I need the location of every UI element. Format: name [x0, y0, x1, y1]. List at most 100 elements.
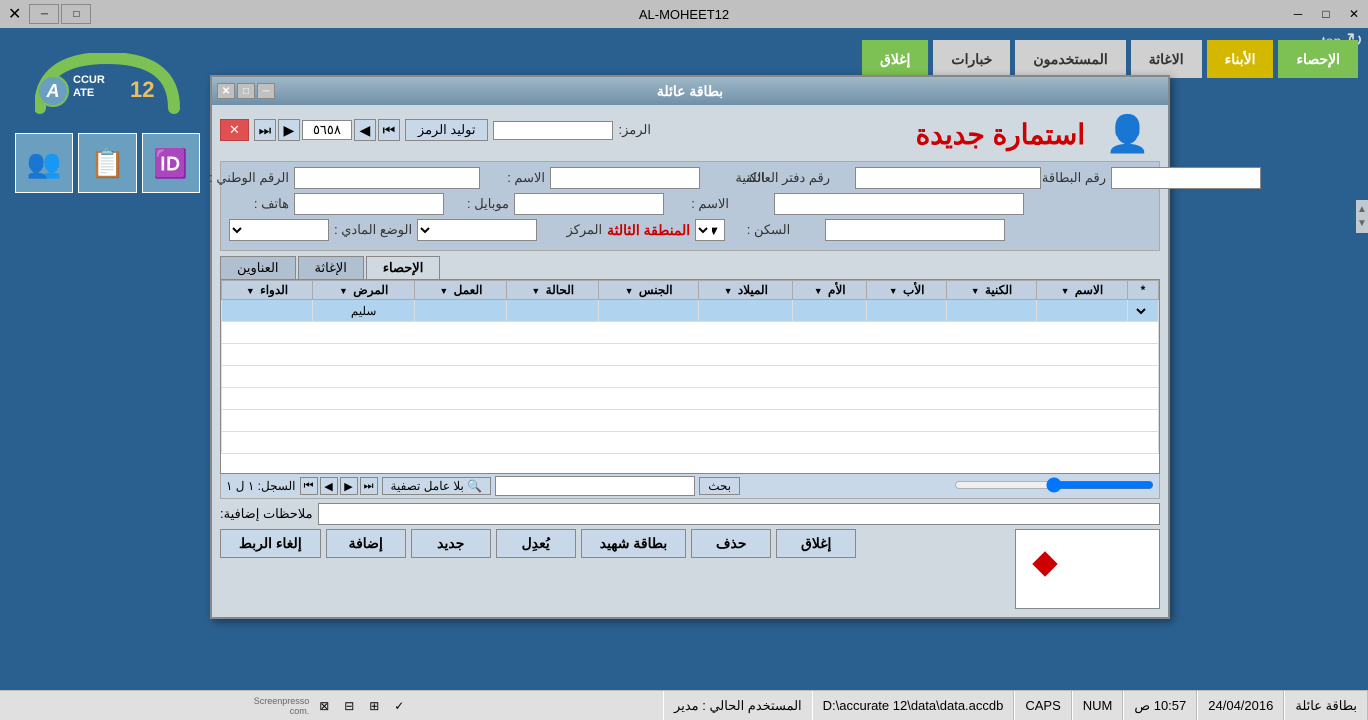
- table-row[interactable]: [222, 344, 1159, 366]
- family-book-input[interactable]: [855, 167, 1041, 189]
- thumb-users[interactable]: 👥: [15, 133, 73, 193]
- tb-maximize[interactable]: □: [1312, 0, 1340, 28]
- grid-scrollbar[interactable]: [744, 477, 1154, 496]
- center-select[interactable]: [417, 219, 537, 241]
- edge-up-arrow[interactable]: ▲: [1357, 204, 1367, 215]
- nav-children-btn[interactable]: الأبناء: [1207, 40, 1274, 78]
- cell-work[interactable]: [415, 300, 507, 322]
- name2-input[interactable]: [774, 193, 1024, 215]
- national-id-input[interactable]: [294, 167, 480, 189]
- col-nickname[interactable]: الكنية ▼: [947, 281, 1037, 300]
- tb-minimize[interactable]: ─: [1284, 0, 1312, 28]
- no-filter-btn[interactable]: 🔍 بلا عامل تصفية: [382, 477, 492, 495]
- tab-addresses[interactable]: العناوين: [220, 256, 296, 279]
- tab-statistics[interactable]: الإحصاء: [366, 256, 440, 279]
- next-record-btn[interactable]: ▶: [278, 119, 300, 141]
- cell-medicine[interactable]: [222, 300, 313, 322]
- col-father[interactable]: الأب ▼: [867, 281, 947, 300]
- close-btn[interactable]: إغلاق: [776, 529, 856, 558]
- window-title: AL-MOHEET12: [639, 7, 729, 22]
- edit-btn[interactable]: يُعدِل: [496, 529, 576, 558]
- thumb-card[interactable]: 🆔: [142, 133, 200, 193]
- gen-code-btn[interactable]: توليد الرمز: [405, 119, 489, 141]
- nav-statistics-btn[interactable]: الإحصاء: [1278, 40, 1358, 78]
- data-grid-container: * الاسم ▼ الكنية ▼ الأب ▼ الأم ▼ الميلاد…: [220, 279, 1160, 474]
- first-record-btn[interactable]: ⏮: [378, 119, 400, 141]
- window-close-btn[interactable]: ✕: [8, 4, 21, 24]
- table-row[interactable]: [222, 432, 1159, 454]
- grid-next-btn[interactable]: ◀: [320, 477, 338, 495]
- nav-relief-btn[interactable]: الاغاثة: [1131, 40, 1202, 78]
- family-card-input[interactable]: [1111, 167, 1261, 189]
- col-gender[interactable]: الجنس ▼: [599, 281, 699, 300]
- status-icon-1[interactable]: ✓: [389, 696, 409, 716]
- cell-nickname[interactable]: [947, 300, 1037, 322]
- status-icon-4[interactable]: ⊠: [314, 696, 334, 716]
- dialog-maximize[interactable]: □: [237, 83, 255, 99]
- new-btn[interactable]: جديد: [411, 529, 491, 558]
- notes-input[interactable]: [318, 503, 1160, 525]
- nav-services-btn[interactable]: خبارات: [933, 40, 1010, 78]
- table-row[interactable]: [222, 410, 1159, 432]
- residence-input[interactable]: [825, 219, 1005, 241]
- status-icon-3[interactable]: ⊟: [339, 696, 359, 716]
- logo-area: A CCUR ATE 12: [25, 38, 190, 133]
- thumb-row-1: 👥 📋 🆔: [15, 133, 200, 193]
- last-record-btn[interactable]: ⏭: [254, 119, 276, 141]
- cell-gender[interactable]: [599, 300, 699, 322]
- edge-down-arrow[interactable]: ▼: [1357, 218, 1367, 229]
- nav-close-btn[interactable]: إغلاق: [862, 40, 928, 78]
- tb-close[interactable]: ✕: [1340, 0, 1368, 28]
- cell-disease[interactable]: سليم: [312, 300, 414, 322]
- nav-users-btn[interactable]: المستخدمون: [1015, 40, 1125, 78]
- dialog-close[interactable]: ✕: [217, 83, 235, 99]
- cell-status[interactable]: [507, 300, 599, 322]
- phone-input[interactable]: [294, 193, 444, 215]
- col-status[interactable]: الحالة ▼: [507, 281, 599, 300]
- grid-last-btn[interactable]: ⏮: [300, 477, 318, 495]
- residence-label: السكن :: [730, 222, 790, 238]
- add-btn[interactable]: إضافة: [326, 529, 406, 558]
- cancel-link-btn[interactable]: إلغاء الربط: [220, 529, 321, 558]
- martyr-card-btn[interactable]: بطاقة شهيد: [581, 529, 687, 558]
- grid-prev-btn[interactable]: ▶: [340, 477, 358, 495]
- col-birthdate[interactable]: الميلاد ▼: [699, 281, 793, 300]
- financial-status-select[interactable]: [229, 219, 329, 241]
- minimize-small-btn[interactable]: ─: [29, 4, 59, 24]
- region-select[interactable]: ▼: [695, 219, 725, 241]
- col-disease[interactable]: المرض ▼: [312, 281, 414, 300]
- col-work[interactable]: العمل ▼: [415, 281, 507, 300]
- cell-name[interactable]: [1036, 300, 1127, 322]
- toolbar-close-btn[interactable]: ✕: [220, 119, 249, 141]
- cell-father[interactable]: [867, 300, 947, 322]
- svg-text:A: A: [46, 81, 60, 101]
- photo-diamond: [1032, 551, 1057, 576]
- dialog-minimize[interactable]: ─: [257, 83, 275, 99]
- col-name[interactable]: الاسم ▼: [1036, 281, 1127, 300]
- tab-relief[interactable]: الإغاثة: [298, 256, 364, 279]
- maximize-small-btn[interactable]: □: [61, 4, 91, 24]
- status-icon-2[interactable]: ⊞: [364, 696, 384, 716]
- table-row[interactable]: [222, 366, 1159, 388]
- search-btn[interactable]: بحث: [699, 477, 740, 495]
- name-input[interactable]: [550, 167, 700, 189]
- cell-birthdate[interactable]: [699, 300, 793, 322]
- cell-mother[interactable]: [793, 300, 867, 322]
- grid-hscroll[interactable]: [954, 477, 1154, 493]
- mobile-input[interactable]: [514, 193, 664, 215]
- table-row[interactable]: [222, 322, 1159, 344]
- search-input[interactable]: [495, 476, 695, 496]
- prev-record-btn[interactable]: ◀: [354, 119, 376, 141]
- right-edge-arrows[interactable]: ▲ ▼: [1356, 200, 1368, 233]
- row-dropdown[interactable]: ▼: [1134, 305, 1152, 318]
- table-row[interactable]: ▼ سليم: [222, 300, 1159, 322]
- col-medicine[interactable]: الدواء ▼: [222, 281, 313, 300]
- photo-box[interactable]: [1015, 529, 1160, 609]
- grid-first-btn[interactable]: ⏭: [360, 477, 378, 495]
- table-row[interactable]: [222, 388, 1159, 410]
- thumb-report[interactable]: 📋: [78, 133, 136, 193]
- delete-btn[interactable]: حذف: [691, 529, 771, 558]
- family-card-label: رقم البطاقة الاسرية :: [1046, 170, 1106, 186]
- code-input[interactable]: [493, 121, 613, 140]
- col-mother[interactable]: الأم ▼: [793, 281, 867, 300]
